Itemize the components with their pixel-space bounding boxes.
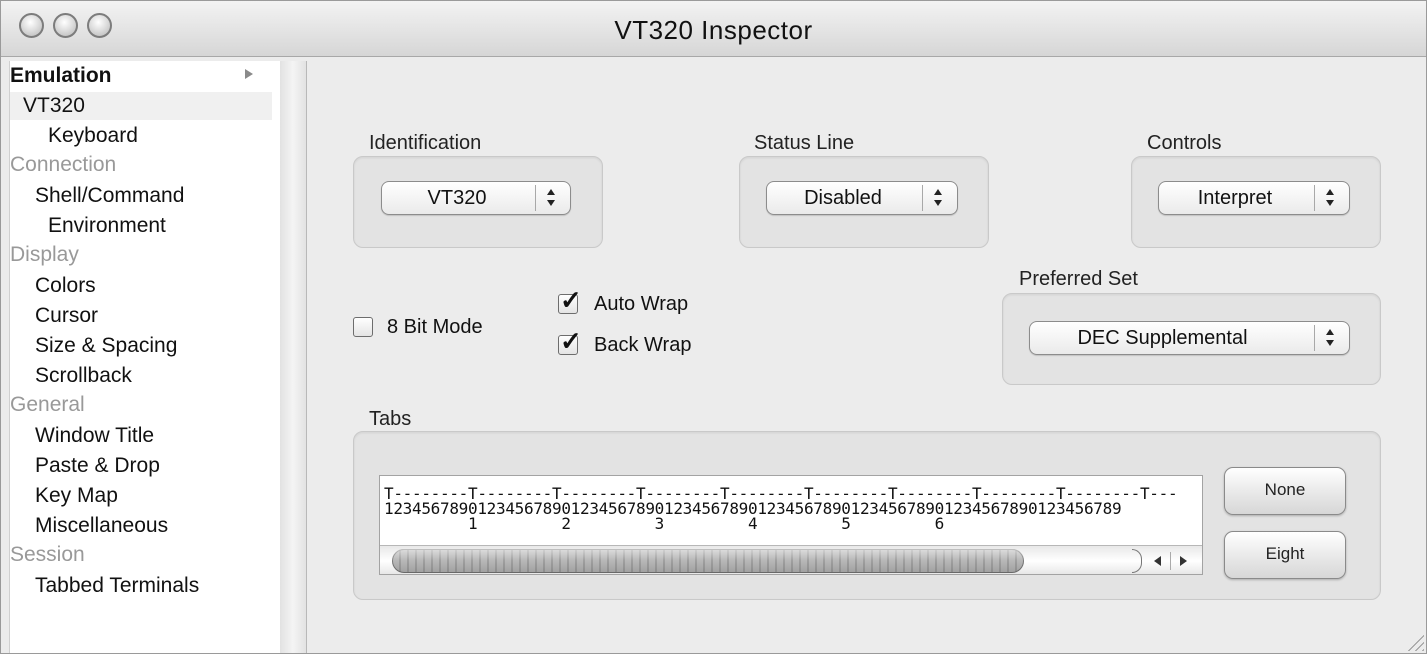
- sidebar-item-vt320[interactable]: VT320: [10, 92, 272, 120]
- window-title: VT320 Inspector: [614, 15, 813, 45]
- sidebar-item-key-map[interactable]: Key Map: [35, 482, 118, 510]
- sidebar-item-colors[interactable]: Colors: [35, 272, 96, 300]
- identification-value: VT320: [427, 187, 487, 209]
- popup-arrows-icon: [535, 185, 566, 211]
- auto-wrap-label[interactable]: Auto Wrap: [594, 293, 688, 316]
- disclosure-triangle-icon[interactable]: [245, 69, 253, 79]
- tab-ruler-tens: 1 2 3 4 5 6: [384, 514, 944, 533]
- sidebar-item-window-title[interactable]: Window Title: [35, 422, 154, 450]
- sidebar-scrollbar[interactable]: [280, 61, 307, 653]
- status-line-value: Disabled: [804, 187, 882, 209]
- sidebar-item-keyboard[interactable]: Keyboard: [48, 122, 138, 150]
- popup-arrows-icon: [922, 185, 953, 211]
- back-wrap-checkbox[interactable]: ✓: [558, 328, 582, 355]
- sidebar: Emulation VT320 Keyboard Connection Shel…: [9, 61, 282, 653]
- sidebar-item-shell-command[interactable]: Shell/Command: [35, 182, 184, 210]
- tab-ruler-view[interactable]: T--------T--------T--------T--------T---…: [379, 475, 1203, 575]
- none-button[interactable]: None: [1224, 467, 1346, 515]
- status-line-popup[interactable]: Disabled: [766, 181, 958, 215]
- sidebar-item-scrollback[interactable]: Scrollback: [35, 362, 132, 390]
- back-wrap-label[interactable]: Back Wrap: [594, 334, 691, 357]
- checkmark-icon: ✓: [560, 285, 582, 315]
- eight-button[interactable]: Eight: [1224, 531, 1346, 579]
- auto-wrap-checkbox[interactable]: ✓: [558, 287, 582, 314]
- sidebar-item-paste-drop[interactable]: Paste & Drop: [35, 452, 160, 480]
- scroll-left-arrow-icon[interactable]: [1150, 551, 1166, 571]
- tabs-label: Tabs: [369, 408, 412, 430]
- scroll-arrow-divider: [1170, 552, 1171, 570]
- sidebar-header-general[interactable]: General: [10, 391, 85, 419]
- status-line-label: Status Line: [754, 132, 855, 154]
- preferred-set-label: Preferred Set: [1019, 268, 1138, 290]
- tab-ruler-scrollbar[interactable]: [380, 545, 1202, 574]
- popup-arrows-icon: [1314, 325, 1345, 351]
- scroll-right-arrow-icon[interactable]: [1175, 551, 1191, 571]
- identification-popup[interactable]: VT320: [381, 181, 571, 215]
- controls-value: Interpret: [1197, 187, 1273, 209]
- sidebar-item-environment[interactable]: Environment: [48, 212, 166, 240]
- resize-grip-icon[interactable]: [1406, 633, 1424, 651]
- sidebar-item-size-spacing[interactable]: Size & Spacing: [35, 332, 177, 360]
- sidebar-header-connection[interactable]: Connection: [10, 151, 116, 179]
- eight-bit-mode-checkbox[interactable]: [353, 317, 373, 337]
- scrollbar-track-end: [1132, 549, 1142, 573]
- preferred-set-value: DEC Supplemental: [1077, 327, 1248, 349]
- popup-arrows-icon: [1314, 185, 1345, 211]
- controls-label: Controls: [1147, 132, 1222, 154]
- inspector-window: VT320 Inspector Emulation VT320 Keyboard…: [0, 0, 1427, 654]
- sidebar-item-cursor[interactable]: Cursor: [35, 302, 98, 330]
- sidebar-header-session[interactable]: Session: [10, 541, 85, 569]
- scrollbar-thumb-shade: [392, 549, 1024, 573]
- sidebar-header-display[interactable]: Display: [10, 241, 79, 269]
- title-bar[interactable]: VT320 Inspector: [1, 1, 1426, 57]
- identification-label: Identification: [369, 132, 482, 154]
- sidebar-item-tabbed-terminals[interactable]: Tabbed Terminals: [35, 572, 199, 600]
- sidebar-header-emulation[interactable]: Emulation: [10, 62, 112, 90]
- controls-popup[interactable]: Interpret: [1158, 181, 1350, 215]
- sidebar-item-miscellaneous[interactable]: Miscellaneous: [35, 512, 168, 540]
- preferred-set-popup[interactable]: DEC Supplemental: [1029, 321, 1350, 355]
- checkmark-icon: ✓: [560, 326, 582, 356]
- eight-bit-mode-label[interactable]: 8 Bit Mode: [387, 316, 483, 339]
